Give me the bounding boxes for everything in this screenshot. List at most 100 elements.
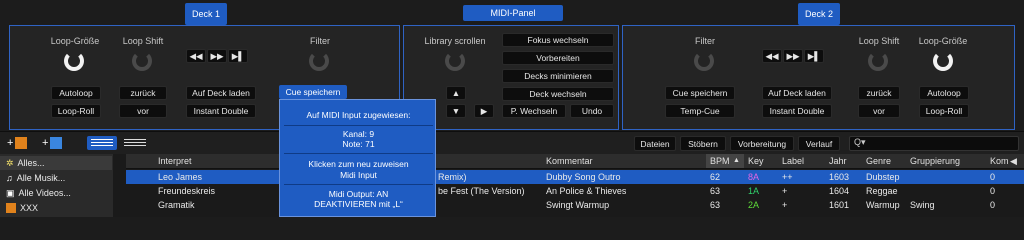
deck2-loop-shift-knob[interactable] <box>868 51 888 71</box>
tab-midi-panel[interactable]: MIDI-Panel <box>463 5 563 21</box>
table-row[interactable]: Freundeskreis be Fest (The Version) An P… <box>126 184 1024 198</box>
cell-year: 1603 <box>829 172 850 182</box>
arrow-down-icon[interactable]: ▼ <box>446 104 466 118</box>
loop-roll-button[interactable]: Loop-Roll <box>51 104 101 118</box>
popup-output-line2: DEAKTIVIEREN mit „L“ <box>314 199 403 209</box>
history-button[interactable]: Verlauf <box>798 136 840 151</box>
add-crate-button[interactable]: + <box>7 135 37 150</box>
instant-double-button[interactable]: Instant Double <box>186 104 256 118</box>
cue-save-button[interactable]: Cue speichern <box>279 85 347 99</box>
p-switch-button[interactable]: P. Wechseln <box>502 104 566 118</box>
col-bpm[interactable]: BPM <box>710 156 730 166</box>
deck2-filter-knob[interactable] <box>694 51 714 71</box>
cell-key: 2A <box>748 200 760 210</box>
cell-kom: 0 <box>990 172 996 182</box>
table-row[interactable]: Gramatik Swingt Warmup 63 2A + 1601 Warm… <box>126 198 1024 212</box>
sort-ascending-icon: ▲ <box>733 157 740 164</box>
deck-switch-button[interactable]: Deck wechseln <box>502 87 614 101</box>
plus-icon: + <box>7 136 14 149</box>
list-view-icon[interactable] <box>87 136 117 150</box>
cell-key: 8A <box>748 172 760 182</box>
cell-label: + <box>782 200 788 210</box>
col-comment[interactable]: Kommentar <box>546 156 593 166</box>
cell-grouping: Swing <box>910 200 935 210</box>
loop-shift-knob[interactable] <box>132 51 152 71</box>
tab-deck1[interactable]: Deck 1 <box>185 3 227 25</box>
sidebar-item-label: Alle Musik... <box>16 173 66 183</box>
popup-reassign-line2[interactable]: Midi Input <box>280 170 437 180</box>
sidebar-item-xxx[interactable]: XXX <box>0 201 112 215</box>
plus-icon: + <box>42 136 49 149</box>
filter-knob[interactable] <box>309 51 329 71</box>
add-folder-button[interactable]: + <box>42 135 72 150</box>
loop-size-label: Loop-Größe <box>50 36 100 46</box>
back-button[interactable]: zurück <box>119 86 167 100</box>
cell-artist: Gramatik <box>158 200 195 210</box>
preparation-button[interactable]: Vorbereitung <box>730 136 794 151</box>
cell-comment: An Police & Thieves <box>546 186 627 196</box>
deck2-filter-label: Filter <box>695 36 715 46</box>
files-button[interactable]: Dateien <box>634 136 676 151</box>
col-grouping[interactable]: Gruppierung <box>910 156 960 166</box>
tab-deck2[interactable]: Deck 2 <box>798 3 840 25</box>
fast-forward-icon[interactable]: ▶▶ <box>783 49 803 63</box>
sidebar-scrollbar[interactable] <box>113 154 126 217</box>
minimize-decks-button[interactable]: Decks minimieren <box>502 69 614 83</box>
skip-end-icon[interactable]: ▶▌ <box>228 49 248 63</box>
arrow-right-icon[interactable]: ▶ <box>474 104 494 118</box>
deck2-back-button[interactable]: zurück <box>858 86 900 100</box>
filter-label: Filter <box>310 36 330 46</box>
col-label[interactable]: Label <box>782 156 804 166</box>
load-deck-button[interactable]: Auf Deck laden <box>186 86 256 100</box>
deck1-transport: ◀◀ ▶▶ ▶▌ <box>186 49 248 63</box>
deck2-forward-button[interactable]: vor <box>858 104 900 118</box>
deck2-loop-size-label: Loop-Größe <box>918 36 968 46</box>
deck2-cue-save-button[interactable]: Cue speichern <box>665 86 735 100</box>
loop-size-knob[interactable] <box>64 51 84 71</box>
midi-assign-popup[interactable]: Auf MIDI Input zugewiesen: Kanal: 9 Note… <box>279 99 436 217</box>
cell-comment: Swingt Warmup <box>546 200 610 210</box>
rewind-icon[interactable]: ◀◀ <box>762 49 782 63</box>
sidebar-item-label: XXX <box>20 203 39 213</box>
sidebar-item-all[interactable]: ✲ Alles... <box>0 156 112 170</box>
sidebar-item-label: Alle Videos... <box>18 188 71 198</box>
focus-switch-button[interactable]: Fokus wechseln <box>502 33 614 47</box>
cell-year: 1601 <box>829 200 850 210</box>
scroll-left-icon[interactable]: ◀ <box>1010 156 1017 167</box>
deck2-load-deck-button[interactable]: Auf Deck laden <box>762 86 832 100</box>
cell-kom: 0 <box>990 186 996 196</box>
popup-divider <box>284 153 433 154</box>
popup-reassign-line1[interactable]: Klicken zum neu zuweisen <box>280 159 437 169</box>
cell-kom: 0 <box>990 200 996 210</box>
deck2-instant-double-button[interactable]: Instant Double <box>762 104 832 118</box>
library-scroll-knob[interactable] <box>445 51 465 71</box>
col-genre[interactable]: Genre <box>866 156 891 166</box>
sidebar: ✲ Alles... ♫ Alle Musik... ▣ Alle Videos… <box>0 154 126 217</box>
sidebar-item-all-videos[interactable]: ▣ Alle Videos... <box>0 186 112 200</box>
deck2-loop-size-knob[interactable] <box>933 51 953 71</box>
skip-end-icon[interactable]: ▶▌ <box>804 49 824 63</box>
col-key[interactable]: Key <box>748 156 764 166</box>
search-input[interactable]: Q▾ <box>849 136 1019 151</box>
rewind-icon[interactable]: ◀◀ <box>186 49 206 63</box>
popup-divider <box>284 125 433 126</box>
deck2-autoloop-button[interactable]: Autoloop <box>919 86 969 100</box>
forward-button[interactable]: vor <box>119 104 167 118</box>
detail-view-icon[interactable] <box>120 136 150 150</box>
autoloop-button[interactable]: Autoloop <box>51 86 101 100</box>
table-row[interactable]: Leo James Remix) Dubby Song Outro 62 8A … <box>126 170 1024 184</box>
cell-bpm: 63 <box>710 200 721 210</box>
prepare-button[interactable]: Vorbereiten <box>502 51 614 65</box>
deck2-temp-cue-button[interactable]: Temp-Cue <box>665 104 735 118</box>
browse-button[interactable]: Stöbern <box>680 136 726 151</box>
fast-forward-icon[interactable]: ▶▶ <box>207 49 227 63</box>
undo-button[interactable]: Undo <box>570 104 614 118</box>
arrow-up-icon[interactable]: ▲ <box>446 86 466 100</box>
col-artist[interactable]: Interpret <box>158 156 192 166</box>
sidebar-item-all-music[interactable]: ♫ Alle Musik... <box>0 171 112 185</box>
col-year[interactable]: Jahr <box>829 156 847 166</box>
cell-label: + <box>782 186 788 196</box>
popup-output-line1: Midi Output: AN <box>328 189 389 199</box>
col-kom[interactable]: Kom <box>990 156 1009 166</box>
deck2-loop-roll-button[interactable]: Loop-Roll <box>919 104 969 118</box>
